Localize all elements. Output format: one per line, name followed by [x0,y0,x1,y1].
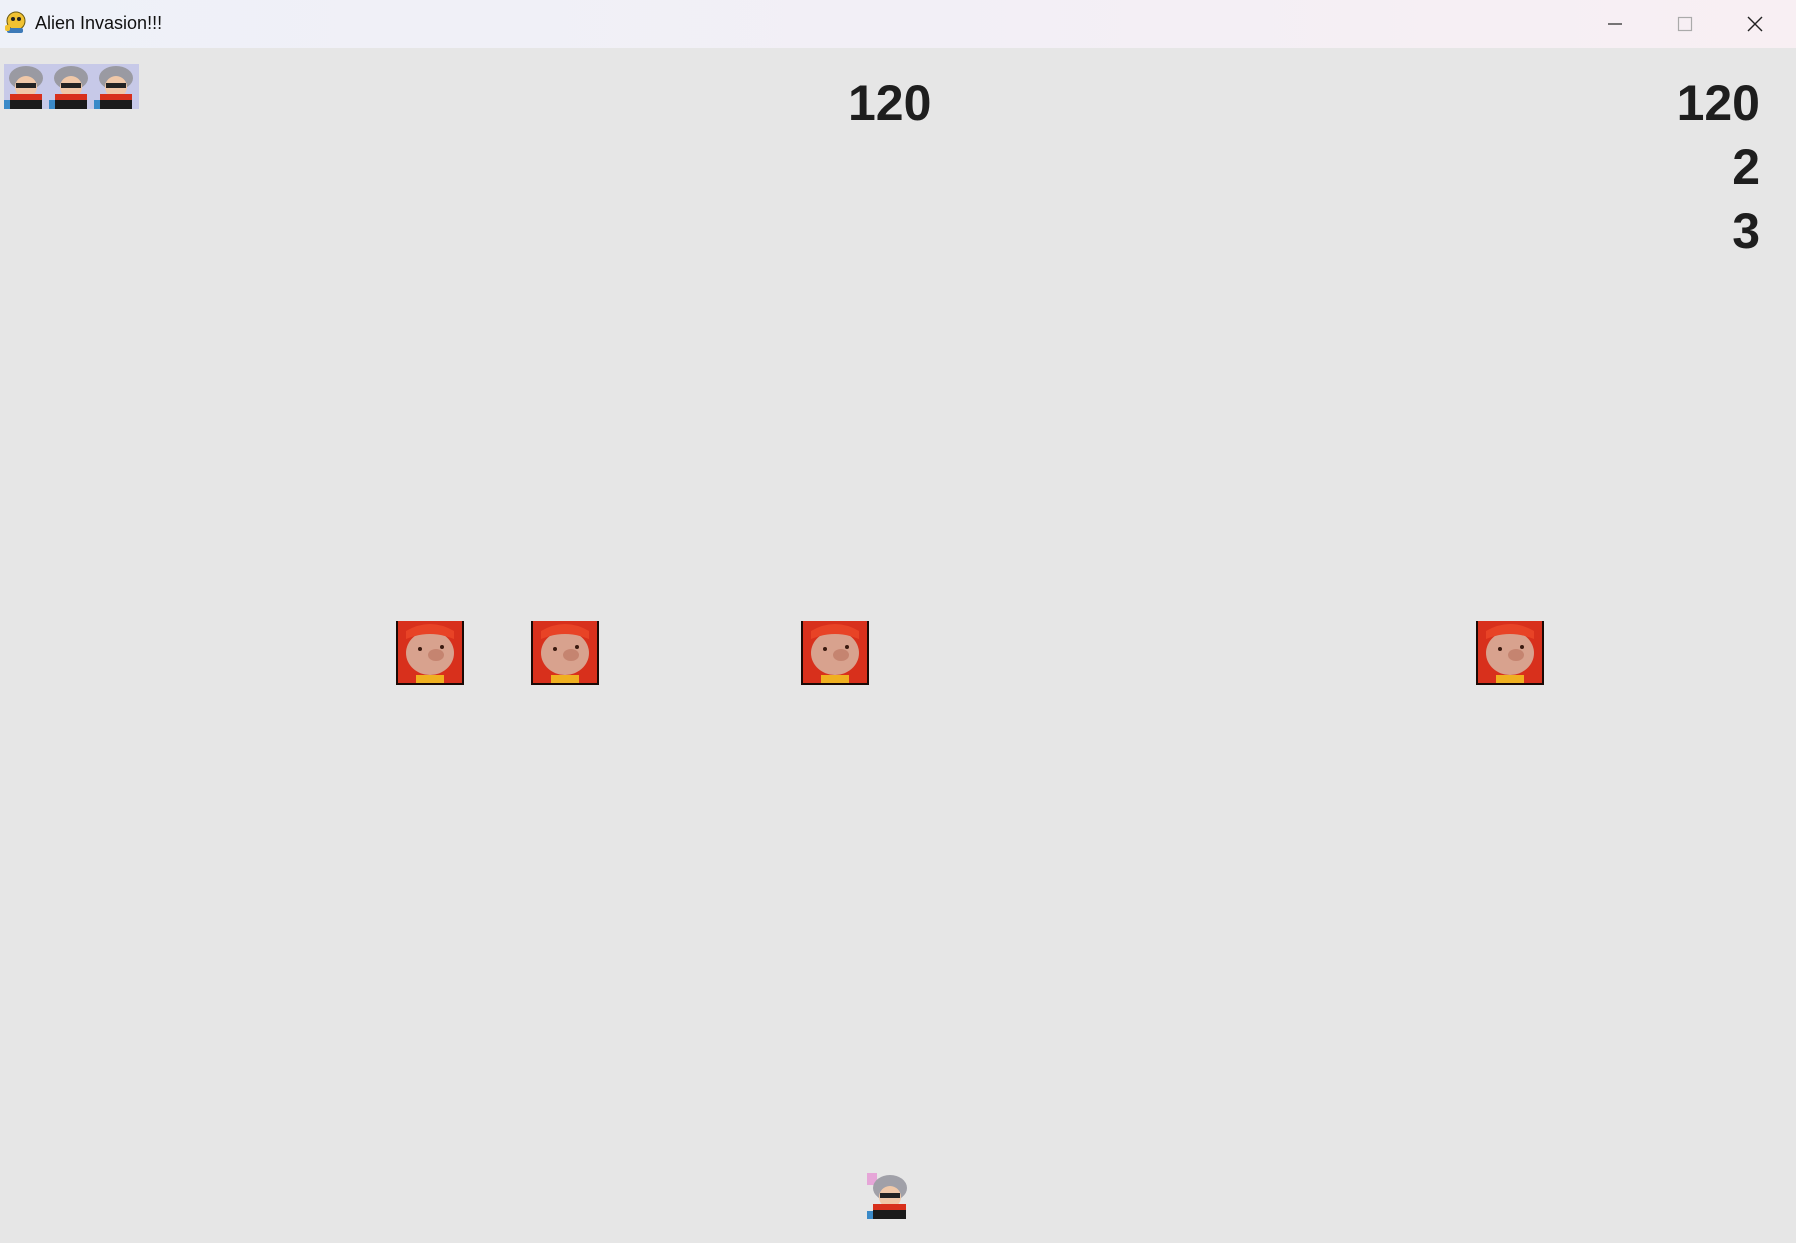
python-icon [5,11,26,33]
game-canvas[interactable]: 120 120 2 3 [0,48,1796,1243]
maximize-button[interactable] [1650,0,1720,48]
high-score-value: 120 [1676,75,1760,131]
life-ship-icon [49,64,94,109]
window-title: Alien Invasion!!! [35,13,163,33]
score-value: 120 [848,75,932,131]
minimize-icon [1608,23,1622,25]
maximize-icon [1677,16,1693,32]
close-icon [1747,16,1763,32]
life-ship-icon [94,64,139,109]
level-value: 2 [1732,139,1760,195]
game-window: Alien Invasion!!! 120 120 2 3 [0,0,1796,1243]
life-ship-icon [4,64,49,109]
pig-alien-icon [1476,621,1544,685]
pig-alien-icon [801,621,869,685]
ships-left-value: 3 [1732,203,1760,259]
player-ship-icon[interactable] [867,1173,912,1219]
title-bar[interactable]: Alien Invasion!!! [0,0,1796,48]
close-button[interactable] [1720,0,1790,48]
pig-alien-icon [531,621,599,685]
pig-alien-icon [396,621,464,685]
minimize-button[interactable] [1580,0,1650,48]
